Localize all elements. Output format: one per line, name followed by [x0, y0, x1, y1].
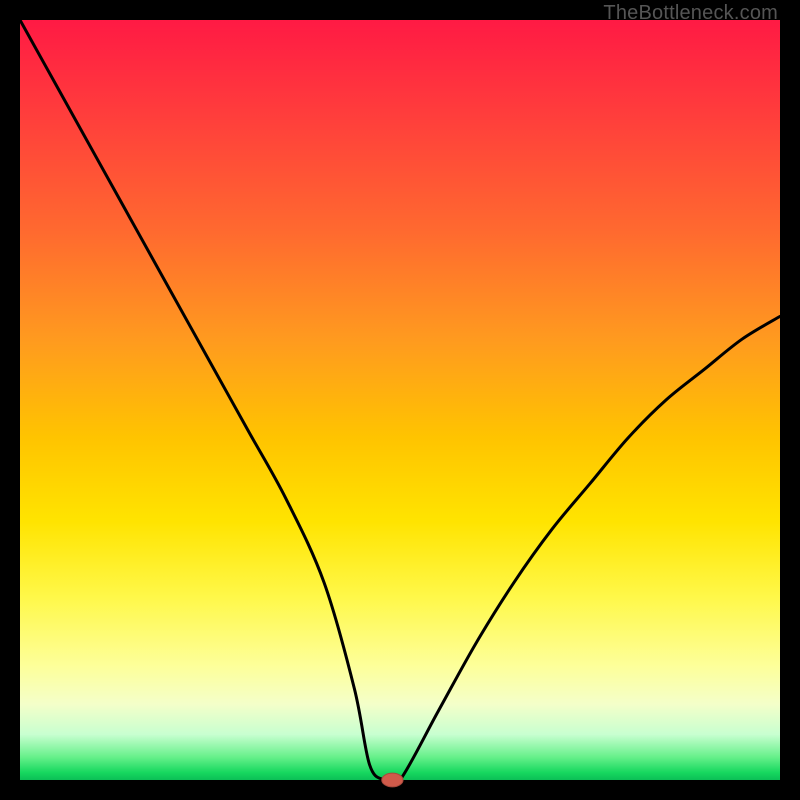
watermark-text: TheBottleneck.com	[603, 2, 778, 25]
chart-frame: TheBottleneck.com	[0, 0, 800, 800]
bottleneck-marker	[382, 773, 403, 787]
bottleneck-curve	[20, 20, 780, 786]
chart-svg	[20, 20, 780, 780]
chart-plot-area	[20, 20, 780, 780]
